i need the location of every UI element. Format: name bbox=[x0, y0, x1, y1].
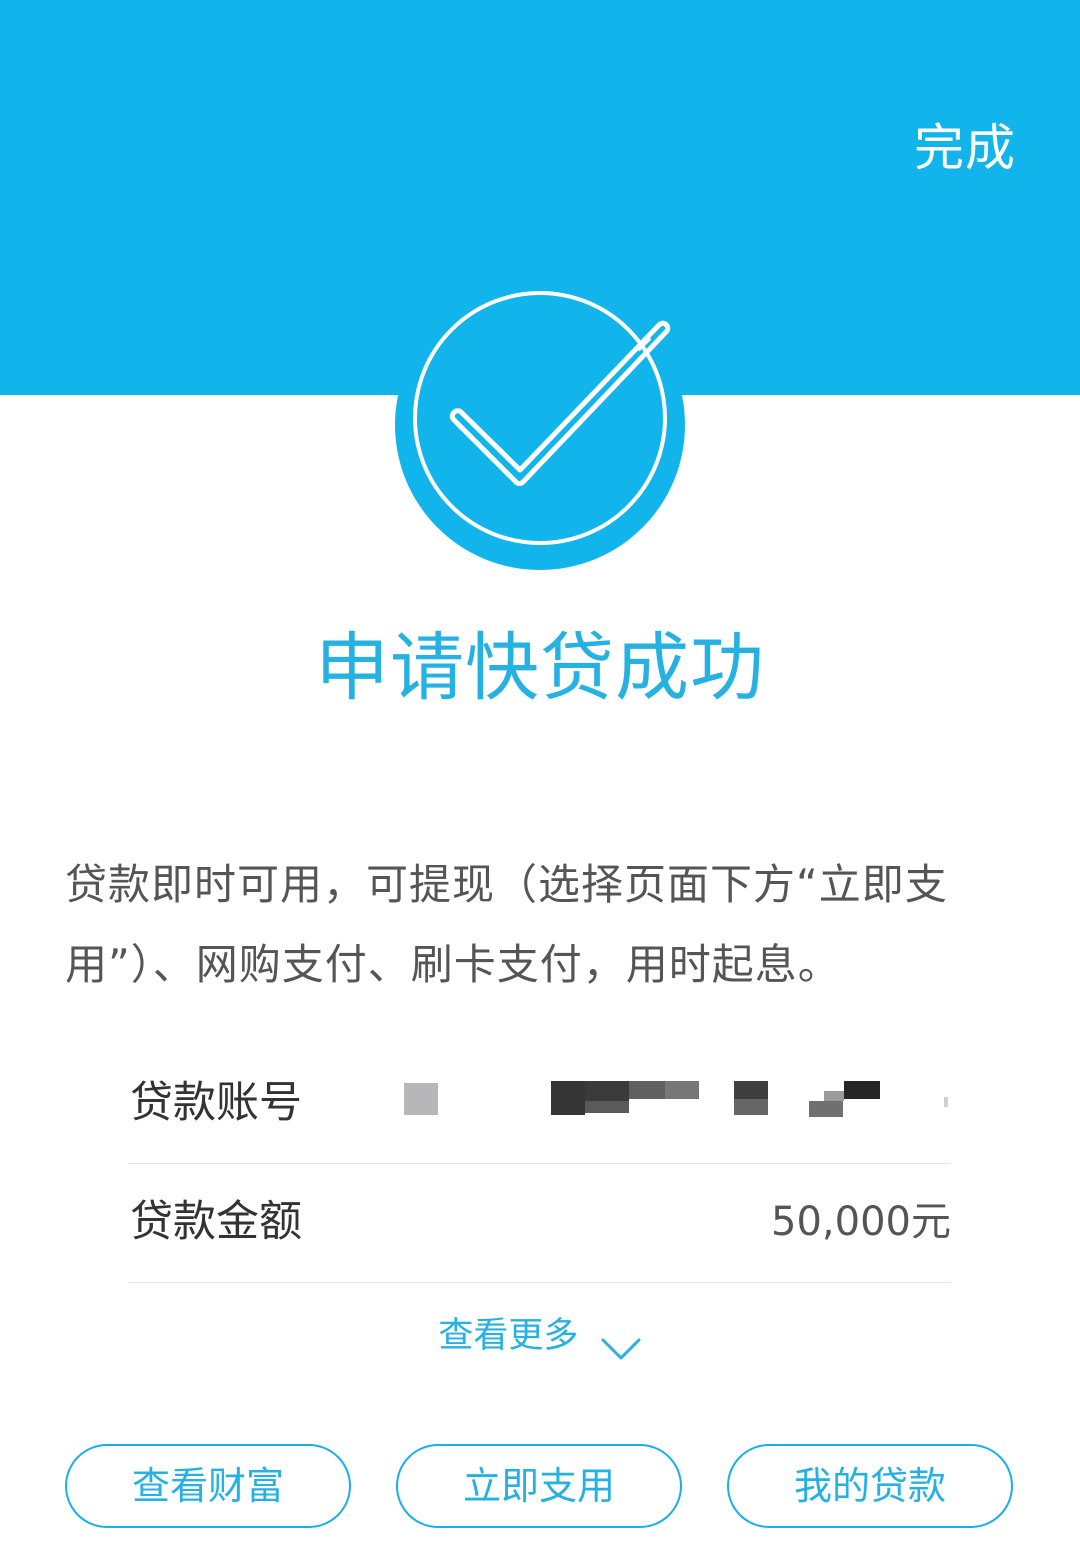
loan-account-row: 贷款账号 bbox=[128, 1045, 951, 1164]
my-loans-button[interactable]: 我的贷款 bbox=[727, 1444, 1013, 1528]
usage-notice-line-1: 贷款即时可用，可提现（选择页面下方“立即支 bbox=[65, 860, 948, 909]
usage-notice-line-2: 用”）、网购支付、刷卡支付，用时起息。 bbox=[65, 940, 841, 989]
action-buttons: 查看财富 立即支用 我的贷款 bbox=[64, 1444, 1016, 1532]
loan-details: 贷款账号 贷款金额 50,000元 bbox=[128, 1045, 951, 1283]
masked-account-number bbox=[404, 1081, 948, 1117]
view-more-toggle[interactable]: 查看更多 bbox=[0, 1305, 1080, 1366]
view-more-label: 查看更多 bbox=[438, 1316, 579, 1356]
loan-amount-value: 50,000元 bbox=[771, 1199, 951, 1245]
loan-amount-label: 贷款金额 bbox=[130, 1197, 302, 1247]
usage-notice: 贷款即时可用，可提现（选择页面下方“立即支 用”）、网购支付、刷卡支付，用时起息… bbox=[65, 845, 1015, 1005]
done-button[interactable]: 完成 bbox=[914, 112, 1016, 184]
check-circle-icon bbox=[395, 280, 685, 570]
loan-account-label: 贷款账号 bbox=[130, 1078, 302, 1128]
success-title: 申请快贷成功 bbox=[315, 625, 765, 711]
use-now-button[interactable]: 立即支用 bbox=[396, 1444, 682, 1528]
loan-amount-row: 贷款金额 50,000元 bbox=[128, 1164, 951, 1283]
view-wealth-button[interactable]: 查看财富 bbox=[65, 1444, 351, 1528]
chevron-down-icon bbox=[600, 1322, 642, 1360]
